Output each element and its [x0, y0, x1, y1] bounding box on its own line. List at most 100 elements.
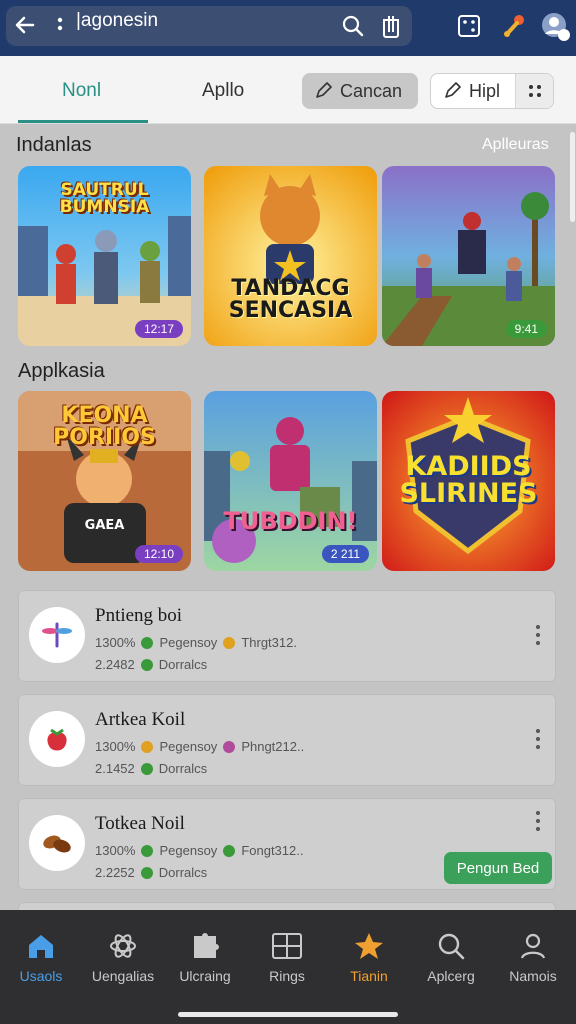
check-icon: [140, 762, 153, 775]
nav-item-rings[interactable]: Rings: [246, 932, 328, 984]
nav-label: Ulcraing: [179, 968, 231, 984]
game-title: TANDACG SENCASIA: [228, 276, 353, 323]
tab-header: Nonl Apllo Cancan Hipl: [0, 56, 576, 124]
hipl-button[interactable]: Hipl: [431, 74, 515, 108]
item-tag1: Pegensoy: [159, 843, 218, 858]
nav-label: Tianin: [350, 968, 388, 984]
nav-label: Namois: [509, 968, 557, 984]
game-card[interactable]: SAUTRUL BUMNSIA 12:17: [18, 166, 191, 346]
nuts-icon: [29, 815, 85, 871]
dice-icon[interactable]: [454, 11, 484, 41]
more-options-icon[interactable]: [535, 811, 541, 831]
game-badge: 2 211: [321, 545, 369, 563]
nav-item-uengalias[interactable]: Uengalias: [82, 932, 164, 984]
joystick-icon[interactable]: [500, 11, 530, 41]
nav-label: Usaols: [19, 968, 63, 984]
cancan-button[interactable]: Cancan: [302, 73, 418, 109]
search-icon: [438, 933, 465, 960]
item-size: 2.2482: [95, 657, 135, 672]
game-card[interactable]: 9:41: [382, 166, 555, 346]
tab-apllo[interactable]: Apllo: [202, 80, 244, 102]
list-item[interactable]: Pntieng boi 1300% Pegensoy Thrgt312. 2.2…: [18, 590, 556, 682]
leaf-icon: [141, 636, 154, 649]
item-tag2: Thrgt312.: [241, 635, 297, 650]
more-options-icon[interactable]: [535, 625, 541, 645]
see-all-link[interactable]: Aplleuras: [482, 136, 549, 154]
nav-item-aplcerg[interactable]: Aplcerg: [410, 932, 492, 984]
grid-icon: [272, 933, 302, 959]
pencil-icon: [316, 82, 332, 98]
item-tag2: Fongt312..: [241, 843, 304, 858]
bell-icon: [141, 740, 154, 753]
item-percent: 1300%: [95, 843, 136, 858]
home-icon: [29, 935, 53, 958]
item-meta-line1: 1300% Pegensoy Fongt312..: [95, 843, 303, 858]
item-tag3: Dorralcs: [158, 865, 208, 880]
hipl-label: Hipl: [469, 80, 501, 101]
person-icon: [520, 933, 546, 959]
cancan-label: Cancan: [340, 80, 403, 101]
item-name: Pntieng boi: [95, 605, 183, 626]
more-vertical-icon[interactable]: [52, 12, 68, 40]
leaf-icon: [141, 844, 154, 857]
game-art-robot: [204, 391, 377, 571]
game-card[interactable]: KEONA PORIIOS GAEA 12:10: [18, 391, 191, 571]
nav-label: Aplcerg: [427, 968, 475, 984]
tab-nonl[interactable]: Nonl: [62, 80, 101, 102]
hipl-button-group: Hipl: [430, 73, 554, 109]
url-text[interactable]: |agonesin: [76, 10, 158, 32]
item-percent: 1300%: [95, 739, 136, 754]
nav-item-usaols[interactable]: Usaols: [0, 932, 82, 984]
nav-item-namois[interactable]: Namois: [492, 932, 574, 984]
game-art-battle: [382, 166, 555, 346]
item-size: 2.1452: [95, 761, 135, 776]
star-person-icon: [355, 933, 383, 959]
game-title: SAUTRUL BUMNSIA: [59, 180, 150, 217]
item-tag3: Dorralcs: [158, 657, 208, 672]
strawberry-icon: [29, 711, 85, 767]
nav-label: Rings: [269, 968, 305, 984]
item-name: Totkea Noil: [95, 813, 185, 834]
game-subtitle: GAEA: [84, 518, 125, 533]
game-card[interactable]: TANDACG SENCASIA: [204, 166, 377, 346]
item-size: 2.2252: [95, 865, 135, 880]
nav-item-tianin[interactable]: Tianin: [328, 932, 410, 984]
bottom-navigation: Usaols Uengalias Ulcraing Rings Tianin A…: [0, 910, 576, 1024]
item-tag1: Pegensoy: [159, 635, 218, 650]
home-indicator[interactable]: [178, 1012, 398, 1017]
section-title-applkasia: Applkasia: [18, 360, 105, 382]
dots-grid-icon: [528, 85, 541, 97]
nav-label: Uengalias: [91, 968, 155, 984]
game-card[interactable]: TUBDDIN! 2 211: [204, 391, 377, 571]
nav-item-ulcraing[interactable]: Ulcraing: [164, 932, 246, 984]
item-meta-line2: 2.2252 Dorralcs: [95, 865, 207, 880]
game-badge: 12:10: [134, 545, 183, 563]
back-arrow-icon[interactable]: [8, 8, 42, 42]
item-meta-line1: 1300% Pegensoy Thrgt312.: [95, 635, 297, 650]
bell-icon: [223, 636, 236, 649]
check-icon: [140, 866, 153, 879]
search-icon[interactable]: [338, 11, 368, 41]
pengun-bed-button[interactable]: Pengun Bed: [444, 852, 552, 884]
main-content[interactable]: Indanlas Aplleuras SAUTRUL BUMNSIA 12:17…: [0, 124, 576, 922]
puzzle-icon: [194, 933, 219, 958]
item-percent: 1300%: [95, 635, 136, 650]
item-tag3: Dorralcs: [158, 761, 208, 776]
game-badge: 9:41: [505, 320, 547, 338]
item-meta-line1: 1300% Pegensoy Phngt212..: [95, 739, 304, 754]
grid-dots-button[interactable]: [515, 74, 553, 108]
scrollbar[interactable]: [570, 132, 575, 222]
list-item[interactable]: Artkea Koil 1300% Pegensoy Phngt212.. 2.…: [18, 694, 556, 786]
check-icon: [223, 844, 236, 857]
trash-icon[interactable]: [376, 11, 406, 41]
game-title: KADIIDS SLIRINES: [399, 451, 538, 509]
pencil-icon: [445, 82, 461, 98]
game-card[interactable]: KADIIDS SLIRINES: [382, 391, 555, 571]
potion-icon: [223, 740, 236, 753]
more-options-icon[interactable]: [535, 729, 541, 749]
game-title: KEONA PORIIOS: [53, 403, 156, 450]
profile-badge-icon[interactable]: [540, 11, 570, 41]
item-meta-line2: 2.2482 Dorralcs: [95, 657, 207, 672]
item-tag1: Pegensoy: [159, 739, 218, 754]
section-title-indanlas: Indanlas: [16, 134, 92, 156]
